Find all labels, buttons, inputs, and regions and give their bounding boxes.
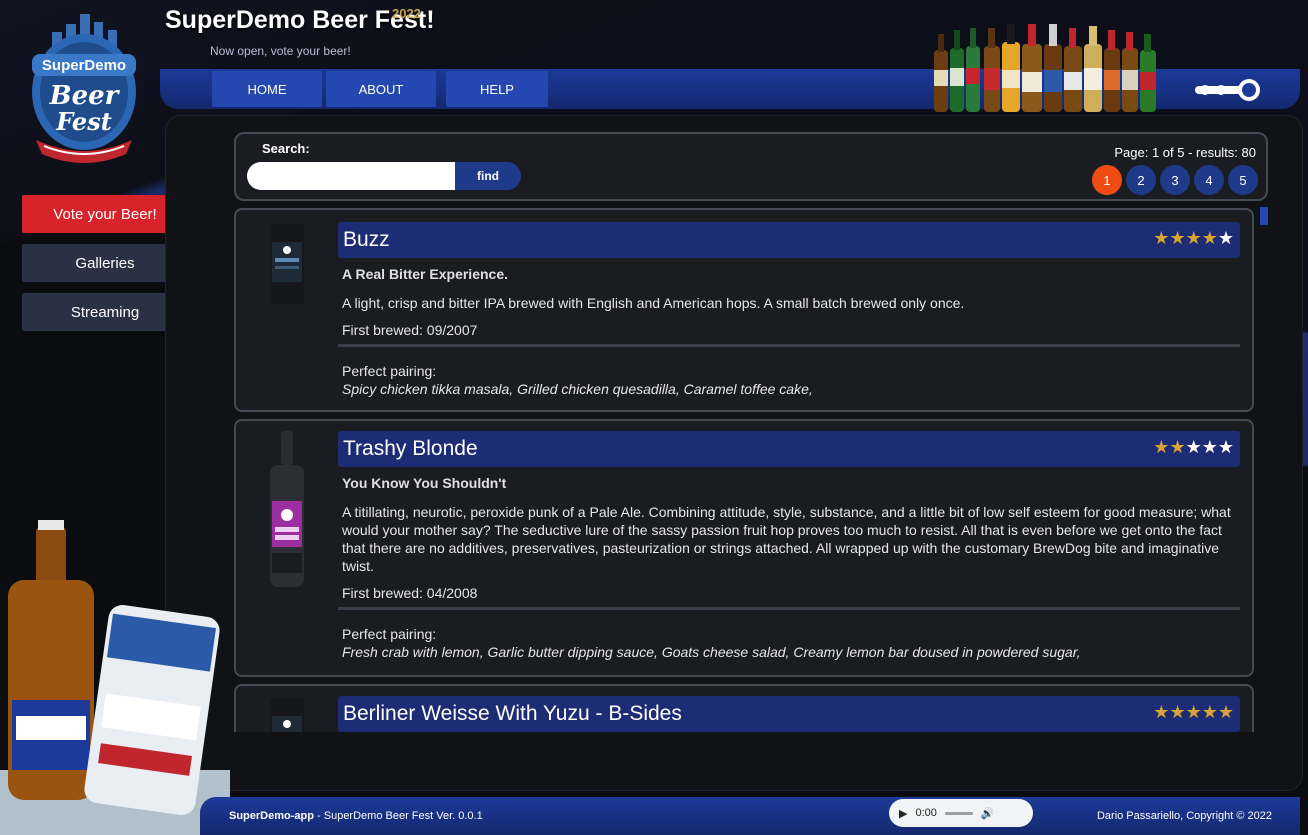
beer-bottle-image [270,431,304,587]
beer-card-header: Berliner Weisse With Yuzu - B-Sides ★★★★… [338,696,1240,732]
beer-card-header: Buzz ★★★★★ [338,222,1240,258]
vote-your-beer-button[interactable]: Vote your Beer! [22,195,188,233]
page-button-4[interactable]: 4 [1194,165,1224,195]
first-brewed: First brewed: 04/2008 [342,585,478,601]
divider [338,344,1240,347]
galleries-button[interactable]: Galleries [22,244,188,282]
volume-icon[interactable]: 🔊 [981,807,995,820]
footer-app-info: SuperDemo-app - SuperDemo Beer Fest Ver.… [229,810,483,822]
star-filled-icon[interactable]: ★ [1169,228,1185,248]
play-icon[interactable]: ▶ [899,807,907,820]
rating-stars[interactable]: ★★★★★ [1153,228,1234,249]
beer-description: A titillating, neurotic, peroxide punk o… [342,504,1231,574]
page-button-1[interactable]: 1 [1092,165,1122,195]
pairing-label: Perfect pairing: [342,626,437,642]
beer-name: Buzz [343,228,390,251]
beer-cans-image [0,520,230,835]
divider [338,607,1240,610]
beer-card-header: Trashy Blonde ★★★★★ [338,431,1240,467]
beer-card: Berliner Weisse With Yuzu - B-Sides ★★★★… [234,684,1254,732]
search-panel: Search: find Page: 1 of 5 - results: 80 … [234,132,1268,201]
star-filled-icon[interactable]: ★ [1153,228,1169,248]
star-filled-icon[interactable]: ★ [1218,702,1234,722]
nav-help[interactable]: HELP [446,71,548,107]
rating-stars[interactable]: ★★★★★ [1153,437,1234,458]
star-filled-icon[interactable]: ★ [1169,437,1185,457]
star-empty-icon[interactable]: ★ [1202,437,1218,457]
beer-name: Trashy Blonde [343,437,478,460]
star-filled-icon[interactable]: ★ [1186,228,1202,248]
star-filled-icon[interactable]: ★ [1202,228,1218,248]
beer-card: Buzz ★★★★★ A Real Bitter Experience. A l… [234,208,1254,412]
pagination-info: Page: 1 of 5 - results: 80 [1114,145,1256,160]
beer-tagline: A Real Bitter Experience. [342,266,508,282]
theme-toggle-icon[interactable] [1193,75,1265,105]
beer-bottles-image [934,24,1156,112]
rating-stars[interactable]: ★★★★★ [1153,702,1234,723]
beer-can-image [270,698,304,732]
audio-progress[interactable] [944,811,973,815]
app-year: 2022 [392,6,421,21]
app-header: SuperDemo Beer Fest! 2022 Now open, vote… [165,6,435,58]
superdemo-logo: SuperDemo Beer Fest [32,14,136,163]
pagination: 1 2 3 4 5 [1092,165,1258,195]
search-input[interactable] [247,162,457,190]
first-brewed: First brewed: 09/2007 [342,322,478,338]
star-filled-icon[interactable]: ★ [1186,702,1202,722]
star-filled-icon[interactable]: ★ [1153,702,1169,722]
nav-about[interactable]: ABOUT [326,71,436,107]
beer-can-image [270,224,304,304]
beer-description: A light, crisp and bitter IPA brewed wit… [342,295,965,311]
star-filled-icon[interactable]: ★ [1202,702,1218,722]
pairing-items: Spicy chicken tikka masala, Grilled chic… [342,381,813,397]
page-button-5[interactable]: 5 [1228,165,1258,195]
page-button-3[interactable]: 3 [1160,165,1190,195]
star-filled-icon[interactable]: ★ [1169,702,1185,722]
nav-home[interactable]: HOME [212,71,322,107]
beer-card: Trashy Blonde ★★★★★ You Know You Shouldn… [234,419,1254,677]
find-button[interactable]: find [455,162,521,190]
streaming-button[interactable]: Streaming [22,293,188,331]
footer: SuperDemo-app - SuperDemo Beer Fest Ver.… [200,797,1300,835]
svg-text:Fest: Fest [55,107,112,136]
beer-tagline: You Know You Shouldn't [342,475,507,491]
footer-app-version: - SuperDemo Beer Fest Ver. 0.0.1 [313,810,483,822]
page-button-2[interactable]: 2 [1126,165,1156,195]
search-label: Search: [262,141,310,156]
pairing-label: Perfect pairing: [342,363,437,379]
pairing-items: Fresh crab with lemon, Garlic butter dip… [342,644,1081,660]
app-subtitle: Now open, vote your beer! [210,44,351,58]
footer-app-name: SuperDemo-app [229,810,314,822]
copyright: Dario Passariello, Copyright © 2022 [1096,810,1272,822]
beer-name: Berliner Weisse With Yuzu - B-Sides [343,702,682,725]
beer-list: Buzz ★★★★★ A Real Bitter Experience. A l… [232,206,1272,732]
audio-time: 0:00 [915,807,937,819]
star-empty-icon[interactable]: ★ [1186,437,1202,457]
svg-text:SuperDemo: SuperDemo [42,57,126,74]
star-empty-icon[interactable]: ★ [1218,228,1234,248]
star-filled-icon[interactable]: ★ [1153,437,1169,457]
audio-player[interactable]: ▶ 0:00 🔊 [889,799,1033,827]
star-empty-icon[interactable]: ★ [1218,437,1234,457]
